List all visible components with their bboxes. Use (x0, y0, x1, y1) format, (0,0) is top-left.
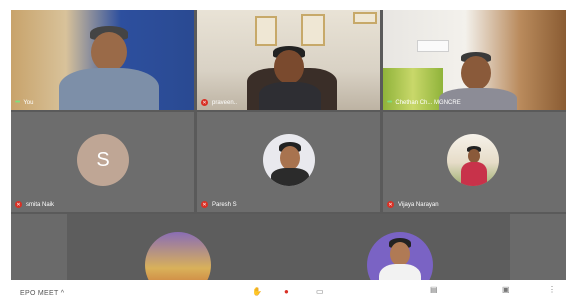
participant-name-tag: ••• Chethan Ch... MGNCRE (387, 99, 461, 106)
meeting-controls-bar: EPO MEET ^ ✋ ● ▭ ▤ ▣ ⋮ (0, 280, 566, 297)
participant-name: Chethan Ch... MGNCRE (395, 99, 461, 106)
meeting-grid: ••• You ✕ praveen.. ••• Chethan Ch... MG… (11, 10, 566, 280)
person-head (280, 146, 300, 170)
participant-name-tag: ✕ smita Naik (15, 201, 54, 208)
side-panel-left (11, 214, 67, 280)
person-head (274, 50, 304, 84)
avatar (145, 232, 211, 280)
speaking-indicator-icon: ••• (387, 99, 392, 106)
participant-name: Paresh S (212, 201, 237, 208)
person-body (59, 68, 159, 110)
person-head (91, 32, 127, 72)
participant-name: You (23, 99, 34, 106)
participant-tile-vijaya[interactable]: ✕ Vijaya Narayan (383, 112, 566, 212)
mic-off-icon: ✕ (15, 201, 22, 208)
side-panel-right (510, 214, 566, 280)
participant-name: smita Naik (26, 201, 55, 208)
wall-frame (255, 16, 277, 46)
participant-tile-paresh[interactable]: ✕ Paresh S (197, 112, 380, 212)
avatar (263, 134, 315, 186)
avatar: S (77, 134, 129, 186)
captions-icon[interactable]: ▤ (430, 285, 438, 294)
mic-off-icon: ✕ (387, 201, 394, 208)
mic-off-icon: ✕ (201, 201, 208, 208)
participant-tile-bottom-right[interactable] (285, 214, 510, 280)
raise-hand-icon[interactable]: ✋ (252, 287, 262, 296)
person-body (461, 162, 487, 186)
participant-tile-you[interactable]: ••• You (11, 10, 194, 110)
person-head (390, 242, 410, 266)
participant-name-tag: ✕ praveen.. (201, 99, 237, 106)
participant-name-tag: ✕ Vijaya Narayan (387, 201, 439, 208)
present-screen-icon[interactable]: ▭ (316, 287, 324, 296)
wall-frame (353, 12, 377, 24)
participant-tile-group[interactable] (67, 214, 285, 280)
participant-name-tag: ••• You (15, 99, 33, 106)
activities-icon[interactable]: ▣ (502, 285, 510, 294)
wall-frame (301, 14, 325, 46)
mic-off-icon: ✕ (201, 99, 208, 106)
avatar-initial: S (96, 148, 110, 171)
participant-tile-praveen[interactable]: ✕ praveen.. (197, 10, 380, 110)
person-head (468, 149, 480, 163)
person-body (379, 264, 421, 280)
meeting-code[interactable]: EPO MEET ^ (20, 290, 64, 297)
person-head (461, 56, 491, 90)
more-options-icon[interactable]: ⋮ (548, 285, 556, 294)
air-conditioner (417, 40, 449, 52)
participant-name-tag: ✕ Paresh S (201, 201, 237, 208)
participant-name: Vijaya Narayan (398, 201, 439, 208)
participant-tile-smita[interactable]: S ✕ smita Naik (11, 112, 194, 212)
participant-tile-chethan[interactable]: ••• Chethan Ch... MGNCRE (383, 10, 566, 110)
participant-name: praveen.. (212, 99, 238, 106)
avatar (447, 134, 499, 186)
speaking-indicator-icon: ••• (15, 99, 20, 106)
person-body (271, 168, 309, 186)
person-body (259, 82, 321, 110)
avatar (367, 232, 433, 280)
end-call-icon[interactable]: ● (284, 287, 289, 296)
